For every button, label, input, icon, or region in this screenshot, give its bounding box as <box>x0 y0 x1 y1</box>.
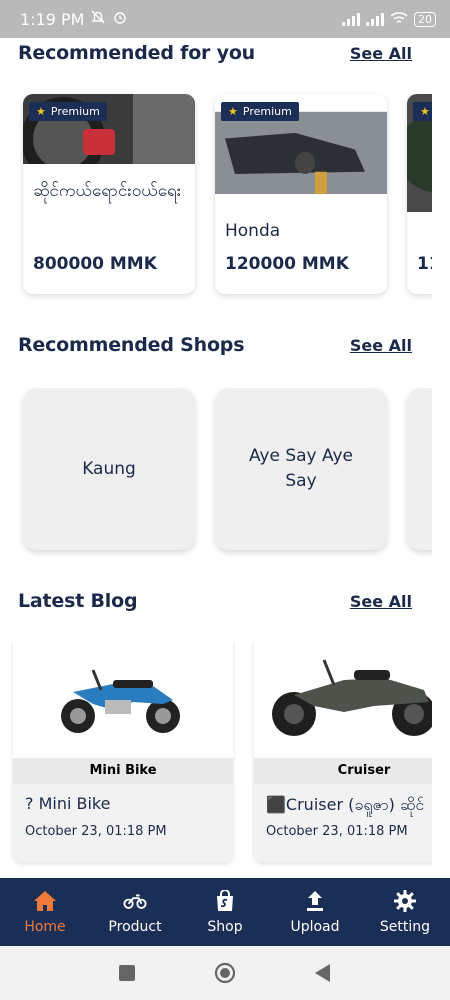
star-icon: ★ <box>420 105 430 118</box>
blog-card[interactable]: Cruiser ⬛Cruiser (ခရူဇာ) ဆိုင် October 2… <box>254 640 432 862</box>
back-button[interactable] <box>312 962 334 984</box>
shops-header: Recommended Shops See All <box>18 334 412 356</box>
wifi-icon <box>390 10 408 29</box>
nav-label: Setting <box>379 919 431 935</box>
recommended-header: Recommended for you See All <box>18 42 412 64</box>
blog-image <box>13 640 233 756</box>
premium-badge: ★Premium <box>221 102 299 121</box>
shops-carousel[interactable]: Kaung Aye Say Aye Say <box>0 380 432 560</box>
product-card[interactable]: ★ Premium ဆိုင်ကယ်ရောင်းဝယ်ရေး 800000 MMK <box>23 94 195 294</box>
shops-see-all-link[interactable]: See All <box>350 336 412 355</box>
product-card[interactable]: ★Premium 11( <box>407 94 432 294</box>
nav-shop[interactable]: Shop <box>180 878 270 946</box>
blog-caption: Mini Bike <box>13 758 233 784</box>
premium-badge: ★Premium <box>29 102 107 121</box>
recommended-see-all-link[interactable]: See All <box>350 44 412 63</box>
upload-icon <box>303 889 327 913</box>
shop-card[interactable]: Kaung <box>23 388 195 550</box>
shop-name: Kaung <box>82 458 136 479</box>
alarm-icon <box>112 9 128 29</box>
nav-label: Product <box>108 919 162 935</box>
blog-image <box>254 640 432 756</box>
gear-icon <box>393 889 417 913</box>
blog-header: Latest Blog See All <box>18 590 412 612</box>
blog-see-all-link[interactable]: See All <box>350 592 412 611</box>
product-card[interactable]: ★ Premium Honda 120000 MMK <box>215 94 387 294</box>
blog-body: ⬛Cruiser (ခရူဇာ) ဆိုင် October 23, 01:18… <box>254 784 432 862</box>
nav-label: Upload <box>290 919 340 935</box>
blog-title: Latest Blog <box>18 590 138 612</box>
blog-post-title: ⬛Cruiser (ခရူဇာ) ဆိုင် <box>266 795 425 814</box>
shop-name: Aye Say Aye Say <box>248 446 354 491</box>
product-title: Honda <box>225 221 281 241</box>
system-navigation-bar <box>0 946 450 1000</box>
motorbike-icon <box>123 889 147 913</box>
recommended-carousel[interactable]: ★ Premium ဆိုင်ကယ်ရောင်းဝယ်ရေး 800000 MMK… <box>0 88 432 303</box>
recent-apps-button[interactable] <box>116 962 138 984</box>
premium-badge: ★Premium <box>413 102 432 121</box>
status-time: 1:19 PM <box>20 9 85 29</box>
nav-home[interactable]: Home <box>0 878 90 946</box>
battery-icon: 20 <box>414 11 436 27</box>
mute-icon <box>90 9 106 29</box>
blog-post-date: October 23, 01:18 PM <box>25 824 167 839</box>
recommended-title: Recommended for you <box>18 42 256 64</box>
blog-body: ? Mini Bike October 23, 01:18 PM <box>13 784 233 862</box>
signal-icon-2 <box>366 12 384 26</box>
nav-product[interactable]: Product <box>90 878 180 946</box>
star-icon: ★ <box>36 105 46 118</box>
blog-card[interactable]: Mini Bike ? Mini Bike October 23, 01:18 … <box>13 640 233 862</box>
nav-upload[interactable]: Upload <box>270 878 360 946</box>
shops-title: Recommended Shops <box>18 334 245 356</box>
home-icon <box>33 889 57 913</box>
blog-post-title: ? Mini Bike <box>25 794 111 813</box>
product-price: 120000 MMK <box>225 254 349 274</box>
shop-card[interactable]: Aye Say Aye Say <box>215 388 387 550</box>
nav-label: Home <box>24 919 66 935</box>
product-price: 11( <box>417 254 432 274</box>
home-button[interactable] <box>214 962 236 984</box>
product-price: 800000 MMK <box>33 254 157 274</box>
shopping-bag-icon <box>213 889 237 913</box>
blog-carousel[interactable]: Mini Bike ? Mini Bike October 23, 01:18 … <box>0 640 432 870</box>
blog-caption: Cruiser <box>254 758 432 784</box>
status-bar: 1:19 PM 20 <box>0 0 450 38</box>
blog-post-date: October 23, 01:18 PM <box>266 824 408 839</box>
nav-label: Shop <box>207 919 243 935</box>
nav-setting[interactable]: Setting <box>360 878 450 946</box>
shop-card[interactable] <box>407 388 432 550</box>
signal-icon <box>342 12 360 26</box>
bottom-navigation: Home Product Shop Upload Setting <box>0 878 450 946</box>
product-title: ဆိုင်ကယ်ရောင်းဝယ်ရေး <box>33 181 182 201</box>
star-icon: ★ <box>228 105 238 118</box>
